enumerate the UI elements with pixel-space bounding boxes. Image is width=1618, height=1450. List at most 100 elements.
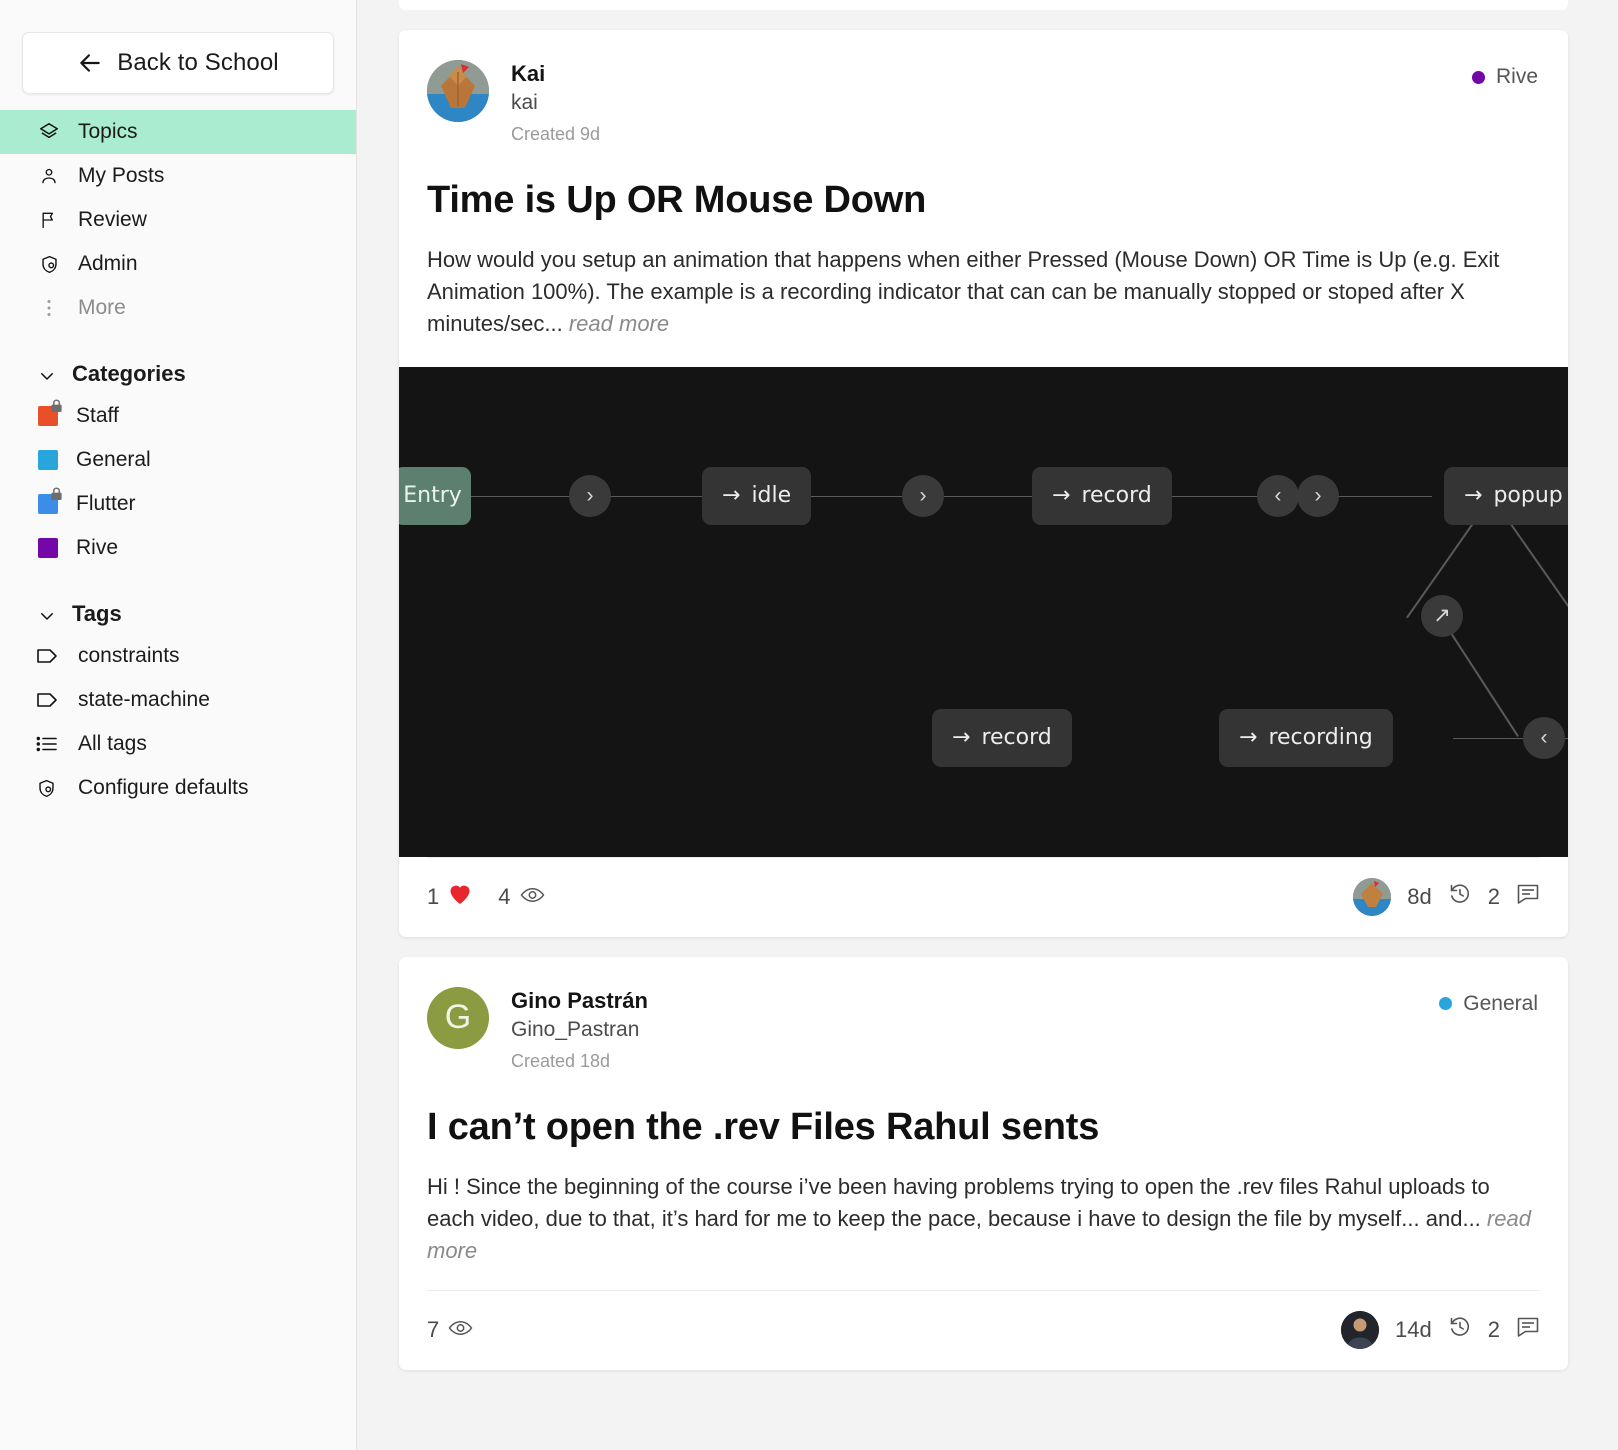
category-item-staff[interactable]: Staff bbox=[0, 394, 356, 438]
sidebar-item-admin[interactable]: Admin bbox=[0, 242, 356, 286]
post-footer: 7 14d 2 bbox=[427, 1289, 1540, 1370]
like-count[interactable]: 1 bbox=[427, 883, 472, 911]
lock-icon bbox=[51, 399, 62, 413]
state-node-label: popup bbox=[1493, 483, 1563, 509]
sidebar-item-label: Topics bbox=[78, 120, 138, 143]
author-name: Kai bbox=[511, 61, 546, 86]
post-card[interactable]: G Gino Pastrán Gino_Pastran Created 18d … bbox=[399, 956, 1568, 1370]
chevron-down-icon bbox=[38, 365, 56, 383]
transition-node[interactable]: ‹ bbox=[1523, 716, 1565, 759]
sidebar-item-my-posts[interactable]: My Posts bbox=[0, 154, 356, 198]
category-label: General bbox=[76, 448, 151, 471]
category-badge[interactable]: Rive bbox=[1471, 65, 1538, 89]
tag-label: state-machine bbox=[78, 688, 210, 711]
history-icon bbox=[1448, 882, 1472, 912]
post-created-time: Created 9d bbox=[511, 123, 601, 144]
avatar bbox=[427, 60, 489, 122]
heart-icon bbox=[448, 883, 472, 911]
sidebar-item-review[interactable]: Review bbox=[0, 198, 356, 242]
categories-section-header[interactable]: Categories bbox=[0, 354, 356, 394]
badge-label: Rive bbox=[1495, 65, 1538, 88]
shield-gear-icon bbox=[36, 777, 60, 799]
comment-icon[interactable] bbox=[1516, 883, 1540, 911]
transition-node[interactable]: › bbox=[902, 474, 944, 517]
transition-node[interactable]: › bbox=[569, 474, 611, 517]
last-activity-time: 8d bbox=[1407, 884, 1432, 910]
state-node-label: idle bbox=[751, 483, 792, 509]
category-label: Staff bbox=[76, 404, 119, 427]
last-poster-avatar[interactable] bbox=[1341, 1311, 1380, 1349]
back-to-school-label: Back to School bbox=[117, 49, 279, 76]
arrow-right-icon: → bbox=[722, 483, 741, 509]
arrow-left-icon bbox=[77, 50, 103, 76]
sidebar-item-topics[interactable]: Topics bbox=[0, 110, 356, 154]
sidebar-item-label: My Posts bbox=[78, 164, 165, 187]
state-node-record-bottom[interactable]: → record bbox=[932, 708, 1072, 767]
state-node-idle[interactable]: → idle bbox=[702, 466, 812, 525]
transition-node[interactable]: ↗ bbox=[1421, 594, 1463, 637]
app-root: Back to School Topics My Posts Review Ad… bbox=[0, 0, 1618, 1450]
view-count: 7 bbox=[427, 1317, 473, 1343]
category-label: Rive bbox=[76, 536, 119, 559]
categories-header-label: Categories bbox=[72, 361, 186, 386]
view-count-value: 4 bbox=[498, 884, 511, 910]
lock-icon bbox=[51, 487, 62, 501]
post-title[interactable]: Time is Up OR Mouse Down bbox=[399, 149, 1568, 222]
tag-list: constraints state-machine All tags Confi… bbox=[0, 634, 356, 810]
back-to-school-button[interactable]: Back to School bbox=[22, 32, 334, 94]
last-activity-time: 14d bbox=[1395, 1317, 1432, 1342]
last-poster-avatar[interactable] bbox=[1353, 878, 1392, 917]
tags-header-label: Tags bbox=[72, 601, 122, 626]
sidebar-item-label: Admin bbox=[78, 252, 138, 275]
tag-icon bbox=[36, 689, 60, 711]
state-node-label: recording bbox=[1268, 725, 1373, 751]
post-stats: 1 4 bbox=[427, 883, 545, 911]
state-node-recording[interactable]: → recording bbox=[1219, 708, 1393, 767]
arrow-right-icon: → bbox=[1052, 483, 1071, 509]
tag-item-all-tags[interactable]: All tags bbox=[0, 722, 356, 766]
comment-icon[interactable] bbox=[1516, 1316, 1540, 1344]
avatar-initial: G bbox=[444, 998, 472, 1037]
post-stats: 7 bbox=[427, 1317, 473, 1343]
shield-person-icon bbox=[38, 253, 60, 275]
reply-count-value: 2 bbox=[1487, 884, 1500, 910]
badge-dot bbox=[1439, 997, 1453, 1011]
person-icon bbox=[38, 165, 60, 187]
history-icon bbox=[1448, 1315, 1472, 1345]
category-item-flutter[interactable]: Flutter bbox=[0, 482, 356, 526]
post-card[interactable]: Kai kai Created 9d Rive Time is Up OR Mo… bbox=[399, 30, 1568, 937]
state-node-entry[interactable]: Entry bbox=[399, 466, 471, 525]
tag-label: All tags bbox=[78, 732, 147, 755]
author-name: Gino Pastrán bbox=[511, 987, 648, 1013]
transition-node[interactable]: ‹ bbox=[1257, 474, 1299, 517]
tag-label: Configure defaults bbox=[78, 776, 249, 799]
post-media-state-machine-graph[interactable]: › › ‹ › ↗ ↗ ↘ ‹ Entry → idle → record bbox=[399, 366, 1568, 857]
previous-post-card-edge bbox=[399, 0, 1568, 10]
category-label: Flutter bbox=[76, 492, 136, 515]
tags-section-header[interactable]: Tags bbox=[0, 594, 356, 634]
tag-item-configure-defaults[interactable]: Configure defaults bbox=[0, 766, 356, 810]
state-node-label: Entry bbox=[403, 483, 462, 509]
post-title[interactable]: I can’t open the .rev Files Rahul sents bbox=[399, 1076, 1568, 1149]
category-badge[interactable]: General bbox=[1439, 992, 1538, 1016]
tag-item-state-machine[interactable]: state-machine bbox=[0, 678, 356, 722]
state-node-popup[interactable]: → popup bbox=[1444, 466, 1568, 525]
category-color-swatch bbox=[38, 450, 58, 470]
sidebar-item-more[interactable]: More bbox=[0, 286, 356, 330]
badge-label: General bbox=[1463, 991, 1538, 1015]
post-excerpt: How would you setup an animation that ha… bbox=[399, 222, 1568, 341]
post-activity: 8d 2 bbox=[1353, 878, 1540, 917]
post-created-time: Created 18d bbox=[511, 1050, 611, 1071]
category-item-general[interactable]: General bbox=[0, 438, 356, 482]
tag-item-constraints[interactable]: constraints bbox=[0, 634, 356, 678]
reply-count-value: 2 bbox=[1487, 1317, 1500, 1342]
sidebar-nav: Topics My Posts Review Admin More bbox=[0, 110, 356, 330]
dots-vertical-icon bbox=[38, 297, 60, 319]
layers-icon bbox=[38, 121, 60, 143]
post-header: G Gino Pastrán Gino_Pastran Created 18d … bbox=[399, 986, 1568, 1076]
transition-node[interactable]: › bbox=[1297, 474, 1339, 517]
category-item-rive[interactable]: Rive bbox=[0, 526, 356, 570]
post-excerpt-text: Hi ! Since the beginning of the course i… bbox=[427, 1173, 1490, 1231]
state-node-record-top[interactable]: → record bbox=[1032, 466, 1172, 525]
read-more-link[interactable]: read more bbox=[569, 311, 669, 336]
